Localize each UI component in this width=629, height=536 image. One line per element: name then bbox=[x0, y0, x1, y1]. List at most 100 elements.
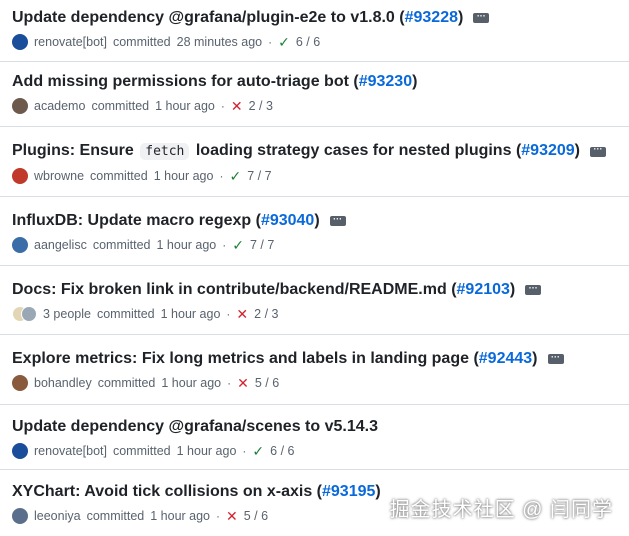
avatar[interactable] bbox=[12, 98, 28, 114]
checks-status[interactable]: ✕ 2 / 3 bbox=[231, 98, 273, 114]
separator-dot: · bbox=[216, 509, 221, 523]
commit-row: Update dependency @grafana/scenes to v5.… bbox=[0, 405, 629, 470]
author-link[interactable]: academo bbox=[34, 98, 85, 114]
commit-row: Add missing permissions for auto-triage … bbox=[0, 62, 629, 127]
commit-title-link[interactable]: Docs: Fix broken link in contribute/back… bbox=[12, 281, 447, 298]
pr-link[interactable]: #92443 bbox=[479, 350, 532, 367]
x-icon: ✕ bbox=[226, 508, 238, 524]
x-icon: ✕ bbox=[230, 98, 243, 114]
separator-dot: · bbox=[268, 35, 273, 49]
author-link[interactable]: wbrowne bbox=[34, 168, 84, 184]
avatar[interactable] bbox=[12, 168, 28, 184]
committed-label: committed bbox=[97, 376, 156, 390]
pr-reference: (#93228) bbox=[399, 9, 464, 26]
avatar[interactable] bbox=[12, 375, 28, 391]
commit-meta: aangelisc committed 1 hour ago · ✓ 7 / 7 bbox=[12, 237, 621, 253]
author-link[interactable]: bohandley bbox=[34, 375, 92, 391]
checks-count: 5 / 6 bbox=[243, 509, 269, 523]
pr-link[interactable]: #93040 bbox=[261, 212, 314, 229]
avatar-stack[interactable] bbox=[12, 306, 37, 322]
expand-message-button[interactable]: ··· bbox=[473, 11, 490, 23]
pr-reference: (#92443) bbox=[473, 350, 538, 367]
avatar[interactable] bbox=[12, 443, 28, 459]
separator-dot: · bbox=[242, 444, 247, 458]
checks-status[interactable]: ✕ 5 / 6 bbox=[226, 508, 268, 524]
pr-reference: (#93195) bbox=[316, 483, 381, 500]
avatar bbox=[21, 306, 37, 322]
commit-time: 1 hour ago bbox=[160, 307, 221, 321]
checks-count: 5 / 6 bbox=[254, 376, 280, 390]
checks-count: 7 / 7 bbox=[250, 238, 275, 252]
commit-title-link[interactable]: Update dependency @grafana/plugin-e2e to… bbox=[12, 9, 395, 26]
commit-list: Update dependency @grafana/plugin-e2e to… bbox=[0, 0, 629, 536]
commit-title-line: Explore metrics: Fix long metrics and la… bbox=[12, 349, 621, 369]
commit-title-line: Add missing permissions for auto-triage … bbox=[12, 72, 621, 92]
commit-title-line: InfluxDB: Update macro regexp (#93040) ·… bbox=[12, 211, 621, 231]
expand-message-button[interactable]: ··· bbox=[525, 283, 542, 295]
committed-label: committed bbox=[96, 307, 155, 321]
checks-status[interactable]: ✕ 5 / 6 bbox=[237, 375, 279, 391]
title-part: Plugins: Ensure bbox=[12, 142, 134, 159]
pr-link[interactable]: #93228 bbox=[405, 9, 458, 26]
pr-reference: (#93230) bbox=[353, 73, 418, 90]
commit-time: 1 hour ago bbox=[153, 169, 214, 183]
commit-meta: renovate[bot] committed 28 minutes ago ·… bbox=[12, 34, 621, 50]
check-icon: ✓ bbox=[232, 237, 244, 253]
avatar[interactable] bbox=[12, 508, 28, 524]
checks-count: 2 / 3 bbox=[248, 99, 273, 113]
checks-status[interactable]: ✓ 7 / 7 bbox=[232, 237, 274, 253]
contributors-link[interactable]: 3 people bbox=[43, 306, 91, 322]
commit-meta: wbrowne committed 1 hour ago · ✓ 7 / 7 bbox=[12, 168, 621, 184]
commit-time: 1 hour ago bbox=[176, 444, 237, 458]
checks-count: 6 / 6 bbox=[295, 35, 321, 49]
separator-dot: · bbox=[226, 307, 231, 321]
author-link[interactable]: renovate[bot] bbox=[34, 34, 107, 50]
checks-status[interactable]: ✓ 7 / 7 bbox=[229, 168, 271, 184]
commit-title-link[interactable]: InfluxDB: Update macro regexp bbox=[12, 212, 251, 229]
watermark: 掘金技术社区 @ 闫同学 bbox=[389, 499, 613, 521]
committed-label: committed bbox=[112, 444, 171, 458]
author-link[interactable]: aangelisc bbox=[34, 237, 87, 253]
checks-status[interactable]: ✓ 6 / 6 bbox=[252, 443, 294, 459]
commit-title-link[interactable]: Plugins: Ensure fetch loading strategy c… bbox=[12, 142, 512, 160]
avatar[interactable] bbox=[12, 34, 28, 50]
commit-time: 1 hour ago bbox=[156, 238, 217, 252]
commit-title-line: Update dependency @grafana/scenes to v5.… bbox=[12, 417, 621, 437]
commit-meta: academo committed 1 hour ago · ✕ 2 / 3 bbox=[12, 98, 621, 114]
commit-row: Update dependency @grafana/plugin-e2e to… bbox=[0, 0, 629, 62]
title-part: loading strategy cases for nested plugin… bbox=[195, 142, 512, 159]
pr-link[interactable]: #93195 bbox=[322, 483, 375, 500]
committed-label: committed bbox=[92, 238, 151, 252]
pr-reference: (#93209) bbox=[515, 142, 580, 159]
commit-title-line: Plugins: Ensure fetch loading strategy c… bbox=[12, 141, 621, 162]
expand-message-button[interactable]: ··· bbox=[329, 214, 346, 226]
author-link[interactable]: renovate[bot] bbox=[34, 443, 107, 459]
separator-dot: · bbox=[227, 376, 232, 390]
checks-count: 6 / 6 bbox=[270, 444, 295, 458]
commit-title-link[interactable]: Explore metrics: Fix long metrics and la… bbox=[12, 350, 469, 367]
author-link[interactable]: leeoniya bbox=[34, 508, 81, 524]
pr-reference: (#92103) bbox=[451, 281, 516, 298]
commit-row: Docs: Fix broken link in contribute/back… bbox=[0, 266, 629, 335]
pr-link[interactable]: #93230 bbox=[359, 73, 412, 90]
pr-link[interactable]: #93209 bbox=[521, 142, 574, 159]
pr-link[interactable]: #92103 bbox=[457, 281, 510, 298]
commit-title-link[interactable]: Update dependency @grafana/scenes to v5.… bbox=[12, 418, 378, 435]
commit-row: Explore metrics: Fix long metrics and la… bbox=[0, 335, 629, 405]
expand-message-button[interactable]: ··· bbox=[589, 145, 606, 157]
separator-dot: · bbox=[220, 99, 225, 113]
avatar[interactable] bbox=[12, 237, 28, 253]
checks-status[interactable]: ✓ 6 / 6 bbox=[278, 34, 320, 50]
commit-title-link[interactable]: Add missing permissions for auto-triage … bbox=[12, 73, 349, 90]
check-icon: ✓ bbox=[229, 168, 242, 184]
commit-time: 28 minutes ago bbox=[176, 35, 263, 49]
expand-message-button[interactable]: ··· bbox=[547, 352, 564, 364]
commit-row: Plugins: Ensure fetch loading strategy c… bbox=[0, 127, 629, 197]
checks-status[interactable]: ✕ 2 / 3 bbox=[236, 306, 278, 322]
commit-title-line: Update dependency @grafana/plugin-e2e to… bbox=[12, 8, 621, 28]
inline-code: fetch bbox=[140, 143, 190, 160]
commit-time: 1 hour ago bbox=[155, 99, 215, 113]
commit-title-link[interactable]: XYChart: Avoid tick collisions on x-axis bbox=[12, 483, 312, 500]
separator-dot: · bbox=[222, 238, 227, 252]
committed-label: committed bbox=[86, 509, 145, 523]
